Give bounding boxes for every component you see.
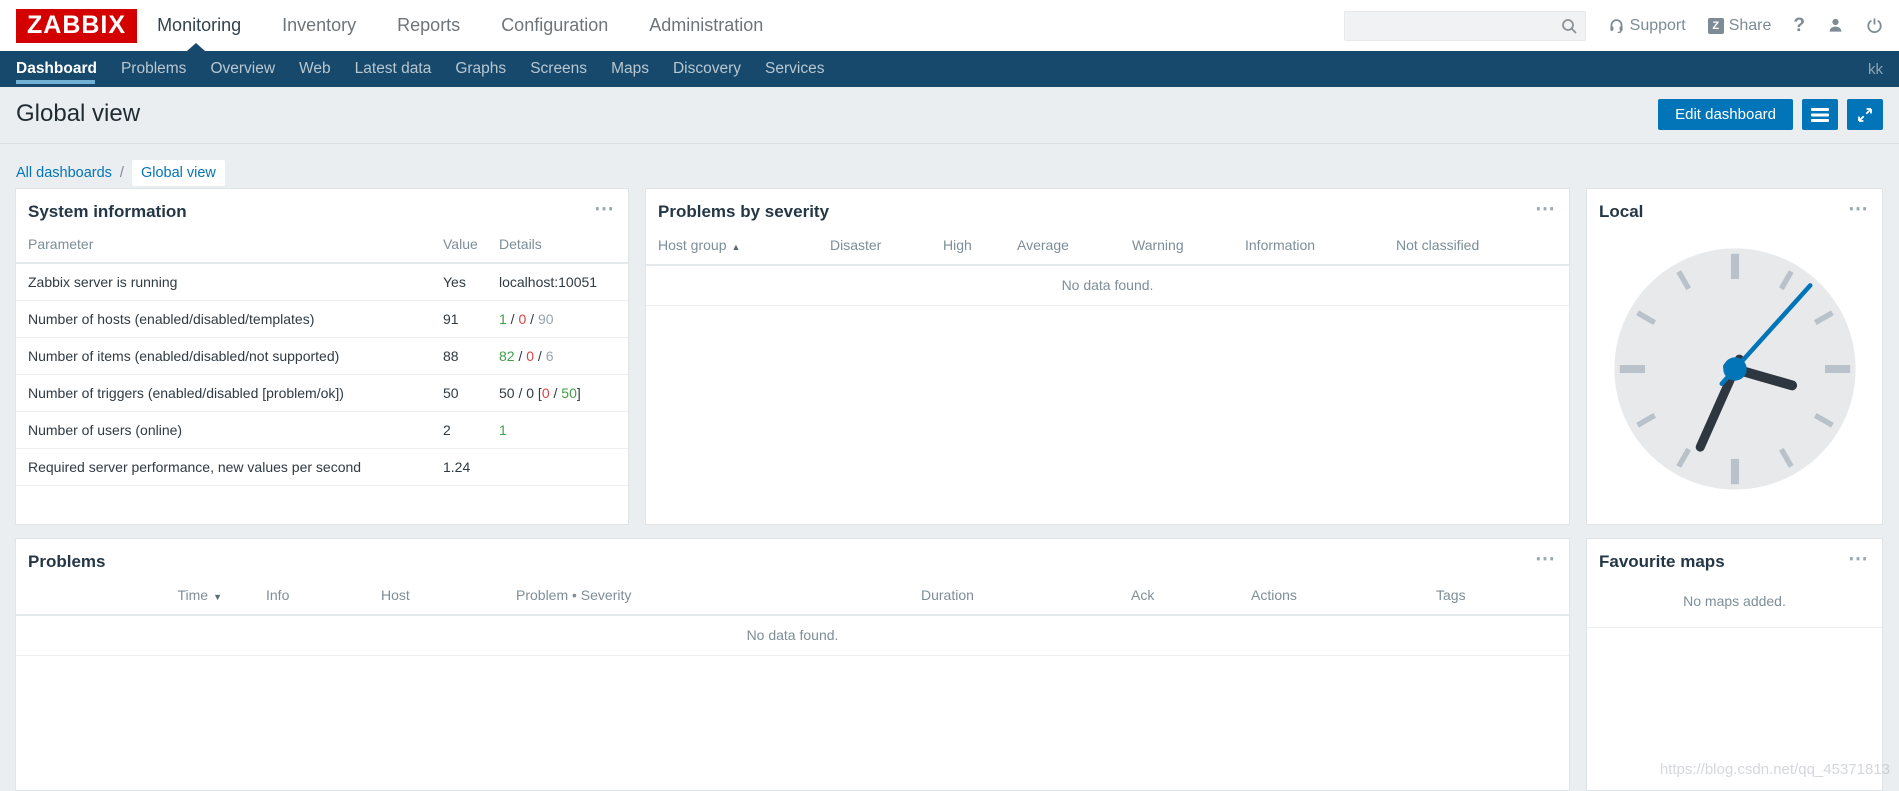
search-icon[interactable] [1561,18,1578,35]
hamburger-icon [1811,108,1829,122]
widget-title: Favourite maps [1599,552,1725,572]
sub-nav-dashboard[interactable]: Dashboard [16,51,109,87]
page-title: Global view [0,87,1899,128]
column-header-time[interactable]: Time▼ [28,577,266,614]
column-header-parameter: Parameter [16,227,431,263]
no-data-message: No data found. [646,266,1569,306]
table-row: Number of triggers (enabled/disabled [pr… [16,375,628,412]
favourite-maps-widget: Favourite maps No maps added. [1586,538,1883,791]
sub-nav-web[interactable]: Web [287,51,343,87]
power-icon [1866,17,1883,34]
share-link[interactable]: Z Share [1708,17,1772,35]
column-header-information: Information [1245,227,1396,264]
sub-nav-problems[interactable]: Problems [109,51,198,87]
header-actions: Edit dashboard [1658,99,1883,130]
widget-menu-icon[interactable] [593,202,616,218]
user-profile-button[interactable] [1827,17,1844,34]
z-share-icon: Z [1708,18,1724,34]
main-nav-monitoring[interactable]: Monitoring [157,15,241,36]
column-header-details: Details [487,227,628,263]
active-nav-pointer [187,43,205,51]
logout-button[interactable] [1866,17,1883,34]
dashboard-menu-button[interactable] [1802,99,1838,130]
widget-menu-icon[interactable] [1534,552,1557,568]
system-information-table: Parameter Value Details Zabbix server is… [16,227,628,486]
no-maps-message: No maps added. [1587,577,1882,628]
table-row: Number of items (enabled/disabled/not su… [16,338,628,375]
widget-title: Problems [28,552,105,572]
sort-down-icon: ▼ [213,592,222,602]
column-header-average: Average [1017,227,1132,264]
help-button[interactable]: ? [1793,15,1805,37]
column-header-duration: Duration [921,577,1131,614]
page-header: Global view Edit dashboard [0,87,1899,144]
widget-menu-icon[interactable] [1847,202,1870,218]
column-header-info: Info [266,577,381,614]
column-header-warning: Warning [1132,227,1245,264]
column-header-disaster: Disaster [830,227,943,264]
local-clock-widget: Local [1586,188,1883,525]
system-information-widget: System information Parameter Value Detai… [15,188,629,525]
no-data-message: No data found. [16,616,1569,656]
user-icon [1827,17,1844,34]
breadcrumb-all-dashboards[interactable]: All dashboards [16,165,112,181]
column-header-value: Value [431,227,487,263]
share-label: Share [1729,17,1772,35]
sub-nav: DashboardProblemsOverviewWebLatest dataG… [0,51,1899,87]
sub-nav-services[interactable]: Services [753,51,836,87]
sub-nav-screens[interactable]: Screens [518,51,599,87]
sub-nav-maps[interactable]: Maps [599,51,661,87]
topbar-actions: Support Z Share ? [1344,11,1883,41]
problems-table-header: Time▼InfoHostProblem • SeverityDurationA… [16,577,1569,616]
headset-icon [1608,17,1625,34]
widget-menu-icon[interactable] [1534,202,1557,218]
widget-title: Problems by severity [658,202,829,222]
expand-icon [1857,107,1873,123]
problems-by-severity-header: Host group▲DisasterHighAverageWarningInf… [646,227,1569,266]
support-label: Support [1630,17,1686,35]
column-header-high: High [943,227,1017,264]
support-link[interactable]: Support [1608,17,1686,35]
search-input[interactable] [1344,11,1586,41]
fullscreen-button[interactable] [1847,99,1883,130]
column-header-host-group[interactable]: Host group▲ [658,227,830,264]
table-row: Zabbix server is runningYeslocalhost:100… [16,263,628,301]
column-header-ack: Ack [1131,577,1251,614]
top-bar: ZABBIX Monitoring Inventory Reports Configu… [0,0,1899,51]
widget-title: Local [1599,202,1643,222]
sub-nav-overview[interactable]: Overview [198,51,287,87]
main-nav-inventory[interactable]: Inventory [282,15,356,36]
column-header-tags: Tags [1436,577,1557,614]
breadcrumb-current[interactable]: Global view [132,160,225,186]
problems-by-severity-widget: Problems by severity Host group▲Disaster… [645,188,1570,525]
sort-up-icon: ▲ [731,242,740,252]
zabbix-logo[interactable]: ZABBIX [16,9,137,43]
widget-title: System information [28,202,187,222]
edit-dashboard-button[interactable]: Edit dashboard [1658,99,1793,130]
widget-menu-icon[interactable] [1847,552,1870,568]
main-nav: Monitoring Inventory Reports Configuration A… [157,15,763,36]
sub-nav-discovery[interactable]: Discovery [661,51,753,87]
search-box [1344,11,1586,41]
main-nav-configuration[interactable]: Configuration [501,15,608,36]
table-row: Number of users (online)21 [16,412,628,449]
breadcrumb: All dashboards / Global view [0,144,1899,188]
analog-clock [1600,233,1870,505]
table-row: Required server performance, new values … [16,449,628,486]
sub-nav-graphs[interactable]: Graphs [443,51,518,87]
column-header-host: Host [381,577,516,614]
user-initials: kk [1868,61,1883,78]
main-nav-administration[interactable]: Administration [649,15,763,36]
main-nav-reports[interactable]: Reports [397,15,460,36]
column-header-actions: Actions [1251,577,1436,614]
table-row: Number of hosts (enabled/disabled/templa… [16,301,628,338]
problems-widget: Problems Time▼InfoHostProblem • Severity… [15,538,1570,791]
column-header-not-classified: Not classified [1396,227,1557,264]
breadcrumb-separator: / [120,165,124,181]
column-header-problem-severity: Problem • Severity [516,577,921,614]
sub-nav-latest-data[interactable]: Latest data [343,51,444,87]
